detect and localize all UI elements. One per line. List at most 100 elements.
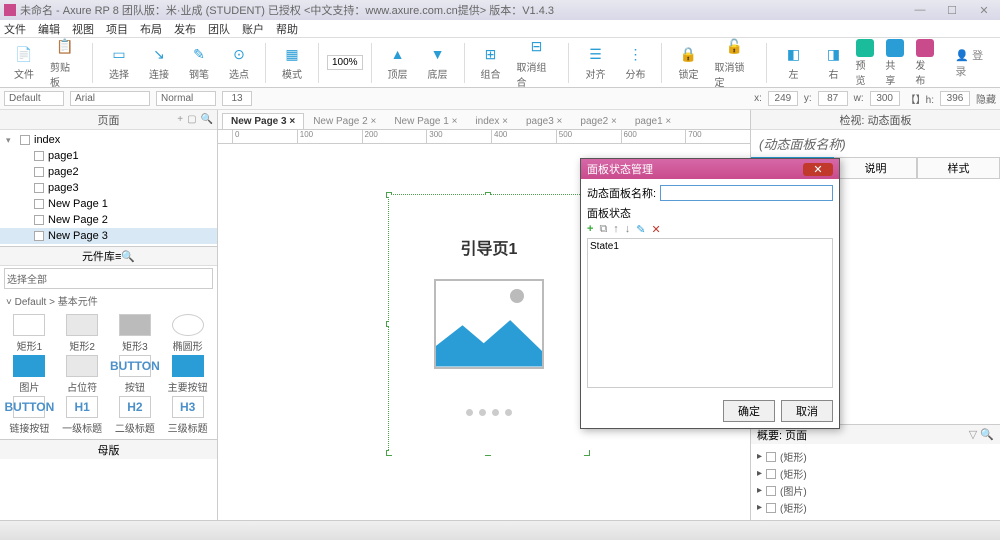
outline-item[interactable]: ▸(矩形) (757, 448, 994, 465)
tool-bottom[interactable]: ▼底层 (420, 42, 456, 83)
widget-grid: 矩形1矩形2矩形3椭圆形图片占位符BUTTON按钮主要按钮BUTTON链接按钮H… (0, 310, 217, 439)
widget-item[interactable]: 主要按钮 (162, 355, 213, 394)
dialog-close-button[interactable]: ✕ (803, 163, 833, 176)
state-item[interactable]: State1 (590, 241, 830, 252)
page-tab[interactable]: page3 × (517, 113, 571, 129)
page-tab[interactable]: page1 × (626, 113, 680, 129)
page-tab[interactable]: New Page 3 × (222, 113, 304, 129)
menu-help[interactable]: 帮助 (276, 21, 298, 37)
cancel-button[interactable]: 取消 (781, 400, 833, 422)
page-tab[interactable]: New Page 2 × (304, 113, 385, 129)
tool-lock[interactable]: 🔒锁定 (670, 42, 706, 83)
w-input[interactable]: 300 (870, 91, 900, 106)
widget-item[interactable]: 椭圆形 (162, 314, 213, 353)
tab-style[interactable]: 样式 (917, 157, 1000, 179)
page-tree-item[interactable]: New Page 2 (0, 212, 217, 228)
widget-item[interactable]: H1一级标题 (57, 396, 108, 435)
horizontal-ruler: 0100200300400500600700 (218, 130, 750, 144)
movedown-state-icon[interactable]: ↓ (625, 223, 631, 236)
page-tab[interactable]: New Page 1 × (385, 113, 466, 129)
outline-item[interactable]: ▸(矩形) (757, 499, 994, 516)
tool-select[interactable]: ▭选择 (101, 42, 137, 83)
y-input[interactable]: 87 (818, 91, 848, 106)
page-tab[interactable]: index × (466, 113, 517, 129)
widget-item[interactable]: 矩形3 (110, 314, 161, 353)
widget-item[interactable]: BUTTON链接按钮 (4, 396, 55, 435)
edit-state-icon[interactable]: ✎ (636, 223, 645, 236)
tab-notes[interactable]: 说明 (834, 157, 917, 179)
ok-button[interactable]: 确定 (723, 400, 775, 422)
minimize-button[interactable]: — (908, 4, 932, 17)
publish-button[interactable]: 发布 (915, 39, 935, 87)
page-tab[interactable]: page2 × (571, 113, 625, 129)
tool-top[interactable]: ▲顶层 (380, 42, 416, 83)
master-panel-header: 母版 (0, 439, 217, 459)
selection-outline[interactable]: 引导页1 (388, 194, 588, 454)
state-list[interactable]: State1 (587, 238, 833, 388)
widget-item[interactable]: 矩形1 (4, 314, 55, 353)
tool-point[interactable]: ⊙选点 (221, 42, 257, 83)
widget-item[interactable]: BUTTON按钮 (110, 355, 161, 394)
widget-item[interactable]: H2二级标题 (110, 396, 161, 435)
share-button[interactable]: 共享 (885, 39, 905, 87)
outline-tree: ▸(矩形)▸(矩形)▸(图片)▸(矩形) (751, 444, 1000, 520)
widget-item[interactable]: 占位符 (57, 355, 108, 394)
delete-state-icon[interactable]: ✕ (652, 223, 661, 236)
login-button[interactable]: 👤 登录 (955, 47, 994, 79)
menu-layout[interactable]: 布局 (140, 21, 162, 37)
add-page-icon[interactable]: + (177, 114, 183, 125)
menu-team[interactable]: 团队 (208, 21, 230, 37)
panel-name-input[interactable] (660, 185, 833, 201)
page-tree-item[interactable]: page1 (0, 148, 217, 164)
page-tree-item[interactable]: New Page 3 (0, 228, 217, 244)
moveup-state-icon[interactable]: ↑ (613, 223, 619, 236)
page-tree-item[interactable]: New Page 1 (0, 196, 217, 212)
tool-pen[interactable]: ✎钢笔 (181, 42, 217, 83)
library-breadcrumb[interactable]: ˅ Default > 基本元件 (0, 291, 217, 310)
tool-file[interactable]: 📄文件 (6, 42, 42, 83)
menu-file[interactable]: 文件 (4, 21, 26, 37)
search-icon[interactable]: 🔍 (201, 114, 213, 125)
tool-clipboard[interactable]: 📋剪贴板 (46, 35, 84, 91)
widget-item[interactable]: 矩形2 (57, 314, 108, 353)
widget-item[interactable]: H3三级标题 (162, 396, 213, 435)
dialog-titlebar[interactable]: 面板状态管理 ✕ (581, 159, 839, 179)
maximize-button[interactable]: ☐ (940, 4, 964, 17)
tool-right[interactable]: ◨右 (815, 42, 851, 83)
outline-item[interactable]: ▸(矩形) (757, 465, 994, 482)
widget-item[interactable]: 图片 (4, 355, 55, 394)
zoom-select[interactable]: 100% (327, 55, 363, 70)
pen-icon: ✎ (189, 44, 209, 64)
menu-project[interactable]: 项目 (106, 21, 128, 37)
add-state-icon[interactable]: + (587, 223, 593, 236)
tool-connect[interactable]: ↘连接 (141, 42, 177, 83)
filter-icon[interactable]: ▽ 🔍 (969, 428, 994, 441)
tool-align[interactable]: ☰对齐 (577, 42, 613, 83)
page-tree-item[interactable]: page3 (0, 180, 217, 196)
outline-item[interactable]: ▸(图片) (757, 482, 994, 499)
font-select[interactable]: Arial (70, 91, 150, 106)
tool-left[interactable]: ◧左 (775, 42, 811, 83)
preview-button[interactable]: 预览 (855, 39, 875, 87)
page-tree-item[interactable]: ▾index (0, 132, 217, 148)
menu-account[interactable]: 账户 (242, 21, 264, 37)
lib-search-icon[interactable]: 🔍 (121, 251, 135, 263)
library-select[interactable]: 选择全部 (4, 268, 213, 289)
duplicate-state-icon[interactable]: ⧉ (599, 223, 607, 236)
menu-publish[interactable]: 发布 (174, 21, 196, 37)
page-tree-item[interactable]: page2 (0, 164, 217, 180)
cursor-icon: ▭ (109, 44, 129, 64)
add-folder-icon[interactable]: ▢ (187, 114, 196, 125)
close-button[interactable]: ✕ (972, 4, 996, 17)
style-select[interactable]: Default (4, 91, 64, 106)
tool-style[interactable]: ▦模式 (274, 42, 310, 83)
fontsize-input[interactable]: 13 (222, 91, 252, 106)
x-input[interactable]: 249 (768, 91, 798, 106)
weight-select[interactable]: Normal (156, 91, 216, 106)
hide-toggle[interactable]: 隐藏 (976, 91, 996, 106)
tool-group[interactable]: ⊞组合 (473, 42, 509, 83)
tool-ungroup[interactable]: ⊟取消组合 (513, 35, 561, 91)
h-input[interactable]: 396 (940, 91, 970, 106)
tool-distribute[interactable]: ⋮分布 (617, 42, 653, 83)
tool-unlock[interactable]: 🔓取消锁定 (710, 35, 758, 91)
